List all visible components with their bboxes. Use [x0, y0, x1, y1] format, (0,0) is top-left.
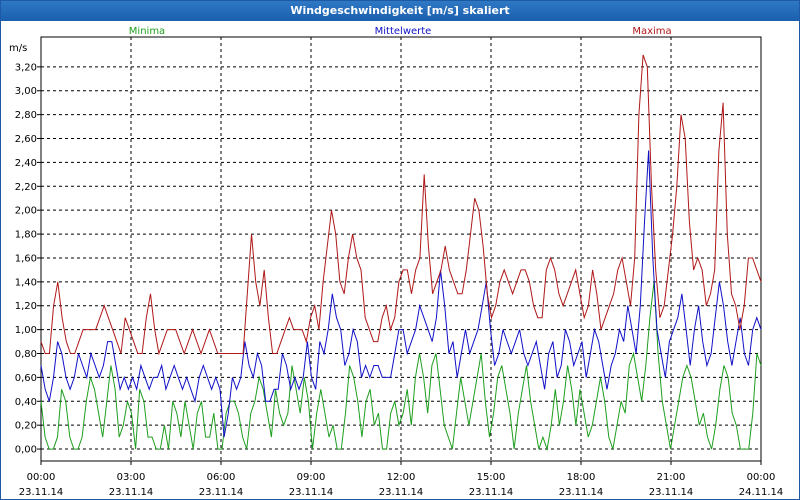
- y-tick-label: 0,40: [15, 397, 37, 408]
- y-tick-label: 2,80: [15, 110, 37, 121]
- x-tick-time: 03:00: [117, 472, 146, 483]
- y-axis: 0,00 0,20 0,40 0,60 0,80 1,00 1,20 1,40 1,60 1,80…: [15, 62, 41, 456]
- y-tick-label: 2,00: [15, 206, 37, 217]
- y-tick-label: 2,60: [15, 134, 37, 145]
- legend-maxima: Maxima: [632, 26, 671, 37]
- line-chart: 0,00 0,20 0,40 0,60 0,80 1,00 1,20 1,40 1,60 1,80…: [9, 26, 784, 498]
- x-tick-date: 23.11.14: [199, 487, 244, 498]
- y-tick-label: 0,80: [15, 349, 37, 360]
- y-tick-label: 1,80: [15, 230, 37, 241]
- y-tick-label: 2,40: [15, 158, 37, 169]
- x-tick-date: 23.11.14: [19, 487, 64, 498]
- legend-mittelwerte: Mittelwerte: [375, 26, 432, 37]
- y-tick-label: 3,20: [15, 62, 37, 73]
- x-tick-time: 12:00: [387, 472, 416, 483]
- x-tick-time: 00:00: [27, 472, 56, 483]
- y-tick-label: 1,60: [15, 253, 37, 264]
- x-tick-date: 23.11.14: [109, 487, 154, 498]
- y-tick-label: 0,20: [15, 421, 37, 432]
- y-tick-label: 3,00: [15, 86, 37, 97]
- x-tick-date: 23.11.14: [379, 487, 424, 498]
- x-tick-date: 23.11.14: [289, 487, 334, 498]
- x-tick-time: 09:00: [297, 472, 326, 483]
- x-tick-time: 18:00: [567, 472, 596, 483]
- x-tick-time: 15:00: [477, 472, 506, 483]
- y-tick-label: 2,20: [15, 182, 37, 193]
- x-tick-time: 06:00: [207, 472, 236, 483]
- legend-minima: Minima: [129, 26, 165, 37]
- x-tick-date: 23.11.14: [559, 487, 604, 498]
- x-tick-time: 00:00: [747, 472, 776, 483]
- y-tick-label: 0,60: [15, 373, 37, 384]
- y-tick-label: 1,00: [15, 325, 37, 336]
- y-tick-label: 1,20: [15, 301, 37, 312]
- x-tick-date: 23.11.14: [649, 487, 694, 498]
- x-axis: 00:00 23.11.14 03:00 23.11.14 06:00 23.11.14 0…: [19, 461, 784, 498]
- y-tick-label: 0,00: [15, 445, 37, 456]
- x-tick-time: 21:00: [657, 472, 686, 483]
- x-tick-date: 23.11.14: [469, 487, 514, 498]
- x-tick-date: 24.11.14: [739, 487, 784, 498]
- y-tick-label: 1,40: [15, 277, 37, 288]
- y-axis-label: m/s: [9, 43, 27, 54]
- chart-window: Windgeschwindigkeit [m/s] skaliert 0,00 0…: [0, 0, 800, 500]
